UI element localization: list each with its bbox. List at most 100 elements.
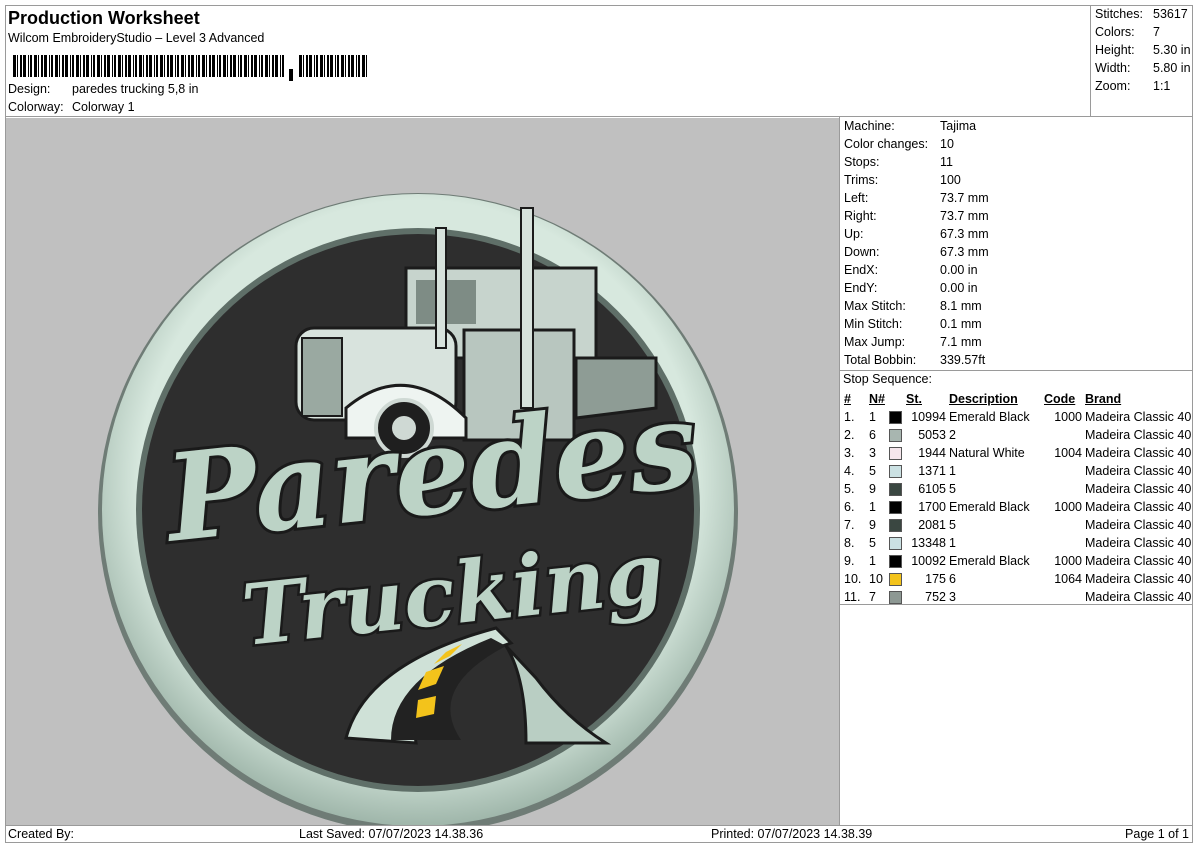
table-row: 5. 9 6105 5 Madeira Classic 40 (841, 480, 1191, 498)
color-swatch (889, 555, 902, 569)
worksheet-footer: Created By: Last Saved: 07/07/2023 14.38… (5, 825, 1193, 843)
color-swatch (889, 465, 902, 479)
design-label: Design: (8, 82, 51, 96)
stop-index: 2. (844, 428, 855, 442)
info-max-stitch: Max Stitch: 8.1 mm (844, 299, 982, 313)
summary-height: Height: 5.30 in (1095, 43, 1191, 57)
thread-code (1041, 480, 1082, 498)
colorway-row: Colorway: Colorway 1 (8, 100, 135, 114)
stop-index: 6. (844, 500, 855, 514)
thread-brand: Madeira Classic 40 (1085, 536, 1192, 550)
stitch-count: 1700 (918, 500, 946, 514)
design-preview: Paredes Trucking (6, 118, 839, 833)
swatch-cell (889, 516, 903, 534)
barcode (13, 55, 373, 83)
table-row: 3. 3 1944 Natural White 1004 Madeira Classic … (841, 444, 1191, 462)
thread-description: 5 (949, 518, 956, 532)
col-code: Code (1044, 392, 1076, 406)
needle-number: 1 (869, 410, 876, 424)
footer-page-number: Page 1 of 1 (1125, 827, 1189, 841)
info-left: Left: 73.7 mm (844, 191, 989, 205)
footer-last-saved: Last Saved: 07/07/2023 14.38.36 (299, 827, 484, 841)
thread-brand: Madeira Classic 40 (1085, 464, 1192, 478)
divider-stop-sequence (839, 370, 1193, 371)
thread-code: 1000 (1054, 554, 1082, 568)
table-row: 7. 9 2081 5 Madeira Classic 40 (841, 516, 1191, 534)
needle-number: 9 (869, 482, 876, 496)
thread-code: 1000 (1054, 410, 1082, 424)
color-swatch (889, 519, 902, 533)
thread-brand: Madeira Classic 40 (1085, 554, 1192, 568)
stitch-count: 10994 (911, 410, 946, 424)
software-name: Wilcom EmbroideryStudio – Level 3 Advanc… (8, 31, 265, 45)
needle-number: 10 (869, 572, 883, 586)
swatch-cell (889, 462, 903, 480)
thread-code: 1064 (1054, 572, 1082, 586)
stop-index: 9. (844, 554, 855, 568)
info-endy: EndY: 0.00 in (844, 281, 978, 295)
color-swatch (889, 537, 902, 551)
stitch-count: 1944 (918, 446, 946, 460)
colorway-label: Colorway: (8, 100, 64, 114)
stitch-count: 2081 (918, 518, 946, 532)
col-needle: N# (869, 392, 885, 406)
color-swatch (889, 573, 902, 587)
stop-sequence-table: # N# St. Description Code Brand 1. 1 10994… (841, 390, 1191, 606)
thread-brand: Madeira Classic 40 (1085, 482, 1192, 496)
color-swatch (889, 591, 902, 605)
thread-description: Emerald Black (949, 554, 1030, 568)
color-swatch (889, 447, 902, 461)
stitch-count: 10092 (911, 554, 946, 568)
page-title: Production Worksheet (8, 8, 200, 28)
color-swatch (889, 483, 902, 497)
colorway-value: Colorway 1 (72, 100, 135, 114)
info-total-bobbin: Total Bobbin: 339.57ft (844, 353, 986, 367)
thread-brand: Madeira Classic 40 (1085, 446, 1192, 460)
thread-code: 1000 (1054, 500, 1082, 514)
thread-brand: Madeira Classic 40 (1085, 428, 1192, 442)
thread-description: 6 (949, 572, 956, 586)
summary-stitches: Stitches: 53617 (1095, 7, 1188, 21)
thread-description: Emerald Black (949, 410, 1030, 424)
stitch-count: 1371 (918, 464, 946, 478)
swatch-cell (889, 444, 903, 462)
swatch-cell (889, 498, 903, 516)
col-brand: Brand (1085, 392, 1122, 406)
stop-index: 10. (844, 572, 862, 586)
stitch-count: 13348 (911, 536, 946, 550)
thread-description: 1 (949, 464, 956, 478)
thread-code (1041, 462, 1082, 480)
thread-code (1041, 426, 1082, 444)
worksheet-header: Production Worksheet Wilcom EmbroiderySt… (5, 5, 1091, 117)
swatch-cell (889, 408, 903, 426)
info-machine: Machine: Tajima (844, 119, 977, 133)
stop-index: 5. (844, 482, 855, 496)
info-stops: Stops: 11 (844, 155, 953, 169)
swatch-cell (889, 480, 903, 498)
stop-sequence-title: Stop Sequence: (843, 372, 932, 386)
stop-table-header: # N# St. Description Code Brand (841, 390, 1191, 408)
color-swatch (889, 411, 902, 425)
swatch-cell (889, 534, 903, 552)
needle-number: 5 (869, 536, 876, 550)
table-row: 10. 10 175 6 1064 Madeira Classic 40 (841, 570, 1191, 588)
table-row: 1. 1 10994 Emerald Black 1000 Madeira Classic… (841, 408, 1191, 426)
design-row: Design: paredes trucking 5,8 in (8, 82, 198, 96)
stitch-count: 175 (925, 572, 946, 586)
swatch-cell (889, 426, 903, 444)
thread-brand: Madeira Classic 40 (1085, 518, 1192, 532)
color-swatch (889, 429, 902, 443)
design-value: paredes trucking 5,8 in (72, 82, 199, 96)
info-trims: Trims: 100 (844, 173, 961, 187)
thread-code (1041, 534, 1082, 552)
col-stitches: St. (906, 392, 922, 406)
thread-code (1041, 516, 1082, 534)
info-right: Right: 73.7 mm (844, 209, 989, 223)
thread-brand: Madeira Classic 40 (1085, 572, 1192, 586)
swatch-cell (889, 570, 903, 588)
stop-index: 1. (844, 410, 855, 424)
thread-brand: Madeira Classic 40 (1085, 410, 1192, 424)
stop-index: 3. (844, 446, 855, 460)
swatch-cell (889, 552, 903, 570)
summary-zoom: Zoom: 1:1 (1095, 79, 1171, 93)
